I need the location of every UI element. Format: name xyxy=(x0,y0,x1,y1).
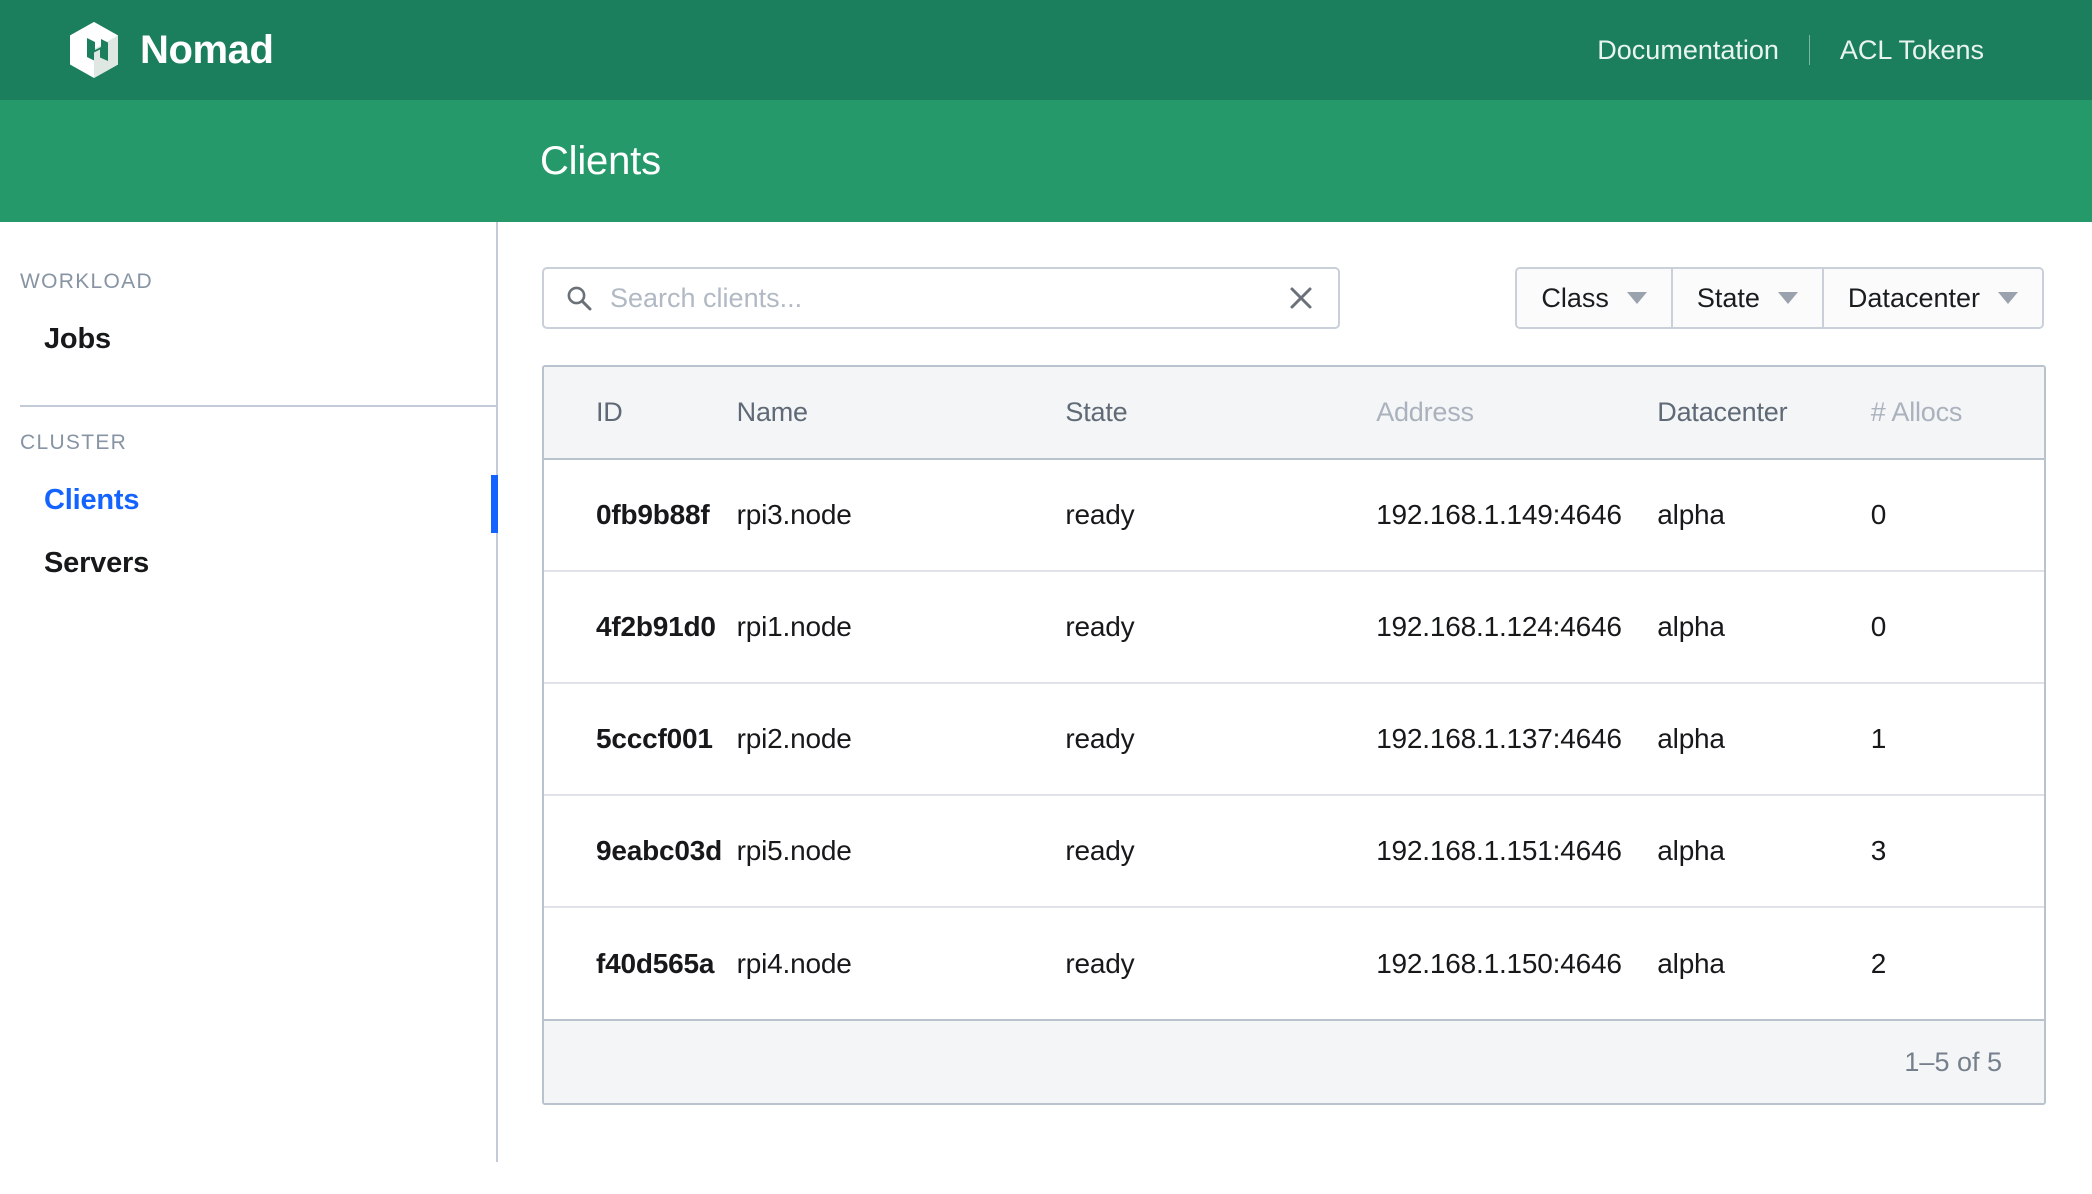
cell-name: rpi2.node xyxy=(718,683,1048,796)
column-header-datacenter[interactable]: Datacenter xyxy=(1643,367,1849,460)
sidebar-section-cluster-label: CLUSTER xyxy=(20,431,128,454)
filter-class-dropdown[interactable]: Class xyxy=(1517,269,1673,327)
cell-address: 192.168.1.149:4646 xyxy=(1376,459,1644,572)
table-row[interactable]: 0fb9b88f rpi3.node ready 192.168.1.149:4… xyxy=(544,459,2044,572)
table-row[interactable]: f40d565a rpi4.node ready 192.168.1.150:4… xyxy=(544,907,2044,1019)
filter-datacenter-dropdown[interactable]: Datacenter xyxy=(1823,269,2042,327)
cell-allocs: 1 xyxy=(1848,683,2044,796)
cell-id: 0fb9b88f xyxy=(544,459,719,572)
cell-name: rpi3.node xyxy=(718,459,1048,572)
cell-datacenter: alpha xyxy=(1643,795,1849,908)
column-header-address: Address xyxy=(1376,367,1644,460)
column-header-allocs: # Allocs xyxy=(1848,367,2044,460)
cell-state: ready xyxy=(1065,947,1135,979)
cell-id: 4f2b91d0 xyxy=(544,571,719,684)
clients-table-wrapper: ID Name State Address Datacenter # Alloc… xyxy=(542,365,2046,1105)
header-nav: Documentation ACL Tokens xyxy=(1567,35,2014,66)
pagination-summary: 1–5 of 5 xyxy=(1904,1046,2002,1077)
sidebar-section-workload-label: WORKLOAD xyxy=(20,270,153,293)
sidebar-item-label: Servers xyxy=(44,547,150,579)
nomad-hexagon-logo-icon xyxy=(70,22,118,78)
table-row[interactable]: 9eabc03d rpi5.node ready 192.168.1.151:4… xyxy=(544,795,2044,908)
page-sub-header: Clients xyxy=(0,100,2092,222)
cell-address: 192.168.1.150:4646 xyxy=(1376,947,1622,979)
sidebar: WORKLOAD Jobs CLUSTER Clients Servers xyxy=(0,222,498,1162)
close-icon xyxy=(1290,287,1312,309)
filter-label: State xyxy=(1696,282,1760,313)
clients-table-head: ID Name State Address Datacenter # Alloc… xyxy=(544,367,2044,460)
clients-table-body: 0fb9b88f rpi3.node ready 192.168.1.149:4… xyxy=(544,459,2044,1019)
cell-allocs: 0 xyxy=(1848,571,2044,684)
cell-address: 192.168.1.137:4646 xyxy=(1376,683,1644,796)
column-header-id[interactable]: ID xyxy=(544,367,719,460)
cell-state: ready xyxy=(1047,683,1377,796)
cell-datacenter: alpha xyxy=(1643,683,1849,796)
filter-label: Class xyxy=(1541,282,1609,313)
brand-name: Nomad xyxy=(140,27,274,72)
cell-name: rpi1.node xyxy=(718,571,1048,684)
sidebar-item-servers[interactable]: Servers xyxy=(0,532,496,595)
chevron-down-icon xyxy=(1626,292,1647,304)
table-footer: 1–5 of 5 xyxy=(544,1019,2044,1103)
sidebar-item-label: Clients xyxy=(44,484,140,516)
cell-address: 192.168.1.124:4646 xyxy=(1376,571,1644,684)
global-header: Nomad Documentation ACL Tokens xyxy=(0,0,2092,100)
filter-state-dropdown[interactable]: State xyxy=(1672,269,1824,327)
search-box[interactable] xyxy=(542,267,1340,329)
cell-allocs: 3 xyxy=(1848,795,2044,908)
sidebar-group-cluster: Clients Servers xyxy=(0,469,498,595)
search-icon xyxy=(567,286,592,311)
search-clear-button[interactable] xyxy=(1278,275,1324,321)
sidebar-item-label: Jobs xyxy=(44,323,111,355)
sidebar-active-indicator xyxy=(491,475,498,533)
table-header-row: ID Name State Address Datacenter # Alloc… xyxy=(544,367,2044,460)
documentation-link[interactable]: Documentation xyxy=(1567,35,1809,66)
cell-datacenter: alpha xyxy=(1657,947,1725,979)
filter-group: Class State Datacenter xyxy=(1515,267,2044,329)
cell-id: 9eabc03d xyxy=(544,795,722,908)
table-row[interactable]: 5cccf001 rpi2.node ready 192.168.1.137:4… xyxy=(544,683,2044,796)
cell-allocs: 0 xyxy=(1848,459,2044,572)
cell-allocs: 2 xyxy=(1870,947,1887,979)
clients-table: ID Name State Address Datacenter # Alloc… xyxy=(544,367,2044,1019)
page-title: Clients xyxy=(540,138,661,183)
cell-state: ready xyxy=(1047,795,1377,908)
cell-name: rpi4.node xyxy=(736,947,852,979)
cell-datacenter: alpha xyxy=(1643,571,1849,684)
column-header-state[interactable]: State xyxy=(1047,367,1377,460)
main-content: Class State Datacenter ID Name State Add… xyxy=(500,222,2092,1194)
table-row[interactable]: 4f2b91d0 rpi1.node ready 192.168.1.124:4… xyxy=(544,571,2044,684)
sidebar-item-clients[interactable]: Clients xyxy=(0,469,498,533)
search-input[interactable] xyxy=(610,282,1278,314)
chevron-down-icon xyxy=(1777,292,1798,304)
brand-home-link[interactable]: Nomad xyxy=(68,21,274,79)
cell-datacenter: alpha xyxy=(1643,459,1849,572)
cell-id: f40d565a xyxy=(596,947,715,979)
acl-tokens-link[interactable]: ACL Tokens xyxy=(1810,35,2014,66)
column-header-name[interactable]: Name xyxy=(718,367,1048,460)
sidebar-divider xyxy=(20,405,496,407)
cell-address: 192.168.1.151:4646 xyxy=(1376,795,1644,908)
sidebar-group-workload: Jobs xyxy=(0,308,496,371)
sidebar-item-jobs[interactable]: Jobs xyxy=(0,308,496,371)
cell-name: rpi5.node xyxy=(718,795,1048,908)
cell-id: 5cccf001 xyxy=(544,683,719,796)
cell-state: ready xyxy=(1047,459,1377,572)
chevron-down-icon xyxy=(1998,292,2018,304)
filter-label: Datacenter xyxy=(1847,282,1980,313)
toolbar: Class State Datacenter xyxy=(542,267,2044,331)
cell-state: ready xyxy=(1047,571,1377,684)
